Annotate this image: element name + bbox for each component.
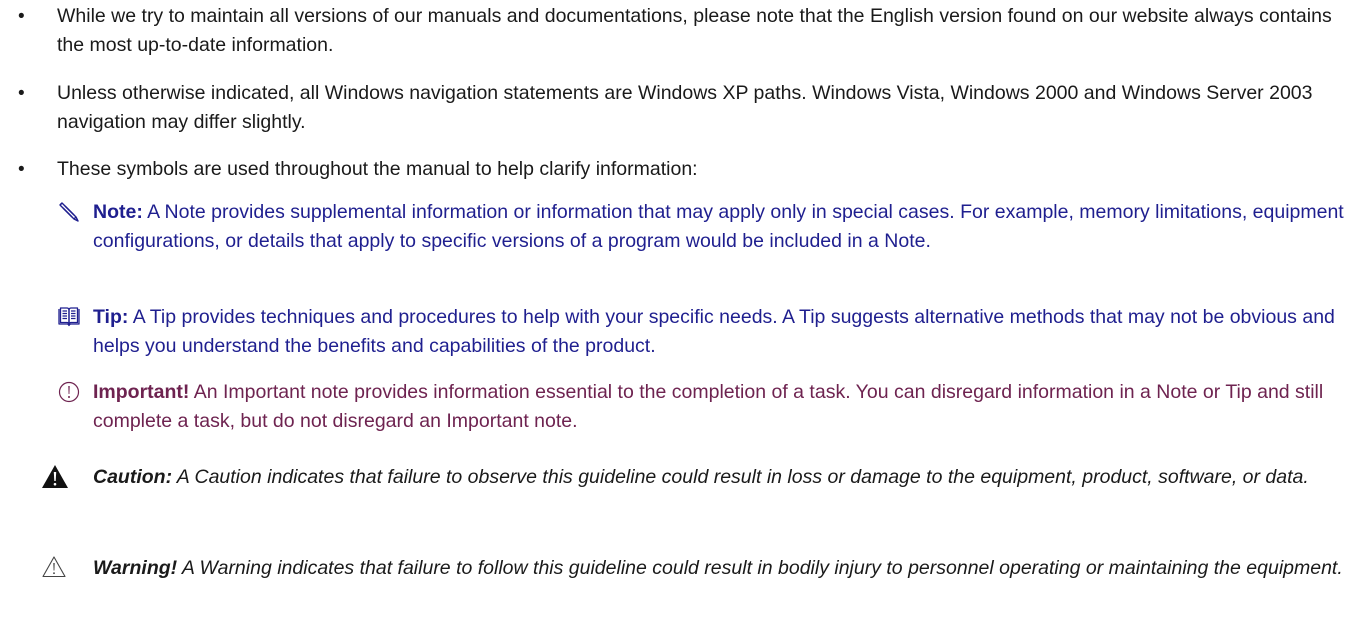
exclamation-circle-icon <box>57 380 81 404</box>
tip-label: Tip: <box>93 306 129 328</box>
warning-body: A Warning indicates that failure to foll… <box>181 557 1343 579</box>
tip-callout: Tip: A Tip provides techniques and proce… <box>57 303 1357 363</box>
bullet-marker: • <box>18 159 25 180</box>
open-book-icon <box>57 305 81 329</box>
bullet-item-symbols: • These symbols are used throughout the … <box>0 155 1364 185</box>
important-callout: Important! An Important note provides in… <box>57 378 1357 438</box>
bullet-item-versions: • While we try to maintain all versions … <box>0 2 1364 62</box>
note-text: Note: A Note provides supplemental infor… <box>93 198 1355 256</box>
tip-body: A Tip provides techniques and procedures… <box>93 306 1335 357</box>
outline-warning-triangle-icon <box>41 554 71 584</box>
important-text: Important! An Important note provides in… <box>93 378 1355 436</box>
bullet-marker: • <box>18 6 25 27</box>
bullet-text: While we try to maintain all versions of… <box>57 5 1332 56</box>
caution-text: Caution: A Caution indicates that failur… <box>93 463 1355 492</box>
pencil-icon <box>57 200 81 224</box>
bullet-marker: • <box>18 83 25 104</box>
note-label: Note: <box>93 201 143 223</box>
important-label: Important! <box>93 381 190 403</box>
document-page: • While we try to maintain all versions … <box>0 0 1364 638</box>
tip-text: Tip: A Tip provides techniques and proce… <box>93 303 1355 361</box>
note-body: A Note provides supplemental information… <box>93 201 1344 252</box>
warning-callout: Warning! A Warning indicates that failur… <box>42 554 1357 614</box>
filled-warning-triangle-icon <box>41 463 71 493</box>
warning-text: Warning! A Warning indicates that failur… <box>93 554 1355 583</box>
note-callout: Note: A Note provides supplemental infor… <box>57 198 1357 288</box>
bullet-text: These symbols are used throughout the ma… <box>57 158 698 180</box>
caution-body: A Caution indicates that failure to obse… <box>176 466 1309 488</box>
caution-callout: Caution: A Caution indicates that failur… <box>42 463 1357 523</box>
bullet-text: Unless otherwise indicated, all Windows … <box>57 82 1313 133</box>
bullet-item-navigation: • Unless otherwise indicated, all Window… <box>0 79 1364 139</box>
warning-label: Warning! <box>93 557 178 579</box>
caution-label: Caution: <box>93 466 173 488</box>
important-body: An Important note provides information e… <box>93 381 1324 432</box>
